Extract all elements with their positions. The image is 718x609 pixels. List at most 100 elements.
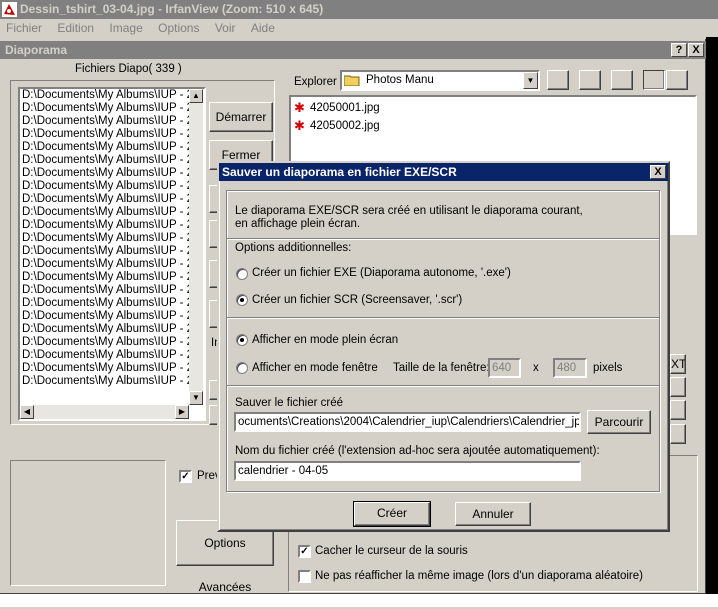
file-list-item[interactable]: D:\Documents\My Albums\IUP - 20 bbox=[20, 102, 204, 115]
preview-frame bbox=[10, 460, 166, 586]
diaporama-title-bar: Diaporama bbox=[0, 41, 706, 59]
file-list-vscroll[interactable] bbox=[189, 89, 203, 405]
radio-fullscreen-label: Afficher en mode plein écran bbox=[252, 334, 399, 346]
file-list-item[interactable]: D:\Documents\My Albums\IUP - 20 bbox=[20, 310, 204, 323]
list-view-icon[interactable] bbox=[643, 70, 665, 90]
file-list-item[interactable]: D:\Documents\My Albums\IUP - 20 bbox=[20, 349, 204, 362]
file-list-item[interactable]: D:\Documents\My Albums\IUP - 20 bbox=[20, 167, 204, 180]
save-path-label: Sauver le fichier créé bbox=[235, 397, 344, 409]
files-count-label: Fichiers Diapo( 339 ) bbox=[75, 63, 182, 75]
file-list-item[interactable]: D:\Documents\My Albums\IUP - 20 bbox=[20, 284, 204, 297]
radio-window[interactable] bbox=[236, 362, 248, 374]
file-list[interactable]: D:\Documents\My Albums\IUP - 20 D:\Docume… bbox=[18, 87, 206, 421]
file-list-item[interactable]: D:\Documents\My Albums\IUP - 20 bbox=[20, 193, 204, 206]
save-path-input[interactable]: ocuments\Creations\2004\Calendrier_iup\C… bbox=[234, 412, 581, 432]
partial-ext-button[interactable]: XT bbox=[670, 354, 686, 374]
image-canvas-strip bbox=[706, 37, 718, 607]
details-view-icon[interactable] bbox=[666, 70, 688, 90]
create-button[interactable]: Créer bbox=[353, 501, 431, 527]
file-list-item[interactable]: D:\Documents\My Albums\IUP - 20 bbox=[20, 245, 204, 258]
partial-button-2[interactable] bbox=[670, 377, 686, 397]
file-list-scroll-right[interactable]: ▶ bbox=[175, 405, 189, 419]
file-list-scroll-down[interactable]: ▼ bbox=[189, 391, 203, 405]
radio-fullscreen[interactable] bbox=[236, 334, 248, 346]
dialog-intro-line2: en affichage plein écran. bbox=[235, 218, 361, 230]
hide-cursor-label: Cacher le curseur de la souris bbox=[315, 545, 468, 557]
new-folder-icon[interactable] bbox=[611, 70, 633, 90]
dialog-title: Sauver un diaporama en fichier EXE/SCR bbox=[222, 165, 457, 179]
divider bbox=[227, 238, 659, 240]
irfanview-icon bbox=[2, 2, 17, 17]
options-label: Options additionnelles: bbox=[235, 242, 352, 254]
file-list-item[interactable]: D:\Documents\My Albums\IUP - 20 bbox=[20, 258, 204, 271]
filename-input[interactable]: calendrier - 04-05 bbox=[234, 461, 581, 481]
file-list-scroll-up[interactable]: ▲ bbox=[189, 89, 203, 103]
file-list-item[interactable]: D:\Documents\My Albums\IUP - 20 bbox=[20, 362, 204, 375]
radio-exe-label: Créer un fichier EXE (Diaporama autonome… bbox=[252, 267, 511, 279]
image-canvas-bottom bbox=[0, 594, 718, 607]
jpg-file-icon: ✱ bbox=[294, 118, 305, 133]
window-width-input[interactable]: 640 bbox=[488, 358, 521, 378]
divider bbox=[227, 317, 659, 319]
partial-ext-label: XT bbox=[671, 357, 686, 371]
window-height-input[interactable]: 480 bbox=[553, 358, 587, 378]
partial-button-4[interactable] bbox=[670, 424, 686, 444]
hide-cursor-checkbox[interactable]: ✓ bbox=[298, 545, 311, 558]
preview-checkbox[interactable]: ✓ bbox=[179, 470, 192, 483]
explorer-file-1[interactable]: 42050001.jpg bbox=[310, 102, 380, 114]
file-list-item[interactable]: D:\Documents\My Albums\IUP - 20 bbox=[20, 297, 204, 310]
diaporama-title: Diaporama bbox=[5, 43, 68, 57]
file-list-scroll-left[interactable]: ◀ bbox=[20, 405, 34, 419]
file-list-item[interactable]: D:\Documents\My Albums\IUP - 20 bbox=[20, 375, 204, 388]
file-list-item[interactable]: D:\Documents\My Albums\IUP - 20 bbox=[20, 128, 204, 141]
file-list-hscroll[interactable] bbox=[20, 405, 189, 419]
file-list-item[interactable]: D:\Documents\My Albums\IUP - 20 bbox=[20, 323, 204, 336]
menu-edition[interactable]: Edition bbox=[57, 21, 94, 35]
pixels-label: pixels bbox=[593, 362, 623, 374]
file-list-item[interactable]: D:\Documents\My Albums\IUP - 20 bbox=[20, 115, 204, 128]
radio-scr-label: Créer un fichier SCR (Screensaver, '.scr… bbox=[252, 294, 463, 306]
folder-up-icon[interactable] bbox=[547, 70, 569, 90]
folder-icon bbox=[343, 74, 360, 87]
menu-bar: Fichier Edition Image Options Voir Aide bbox=[0, 19, 718, 37]
dialog-title-bar: Sauver un diaporama en fichier EXE/SCR bbox=[219, 163, 668, 181]
main-title-bar: Dessin_tshirt_03-04.jpg - IrfanView (Zoo… bbox=[0, 0, 718, 19]
radio-window-label: Afficher en mode fenêtre bbox=[252, 362, 378, 374]
x-label: x bbox=[533, 362, 539, 374]
explorer-label: Explorer : bbox=[294, 76, 344, 88]
no-repeat-label: Ne pas réafficher la même image (lors d'… bbox=[315, 570, 643, 582]
edit-folder-icon[interactable] bbox=[579, 70, 601, 90]
menu-voir[interactable]: Voir bbox=[215, 21, 236, 35]
file-list-item[interactable]: D:\Documents\My Albums\IUP - 20 bbox=[20, 232, 204, 245]
file-rows: D:\Documents\My Albums\IUP - 20 D:\Docume… bbox=[20, 89, 204, 388]
explorer-dropdown-arrow[interactable]: ▼ bbox=[523, 72, 538, 89]
diaporama-close-button[interactable]: X bbox=[688, 43, 704, 57]
radio-scr[interactable] bbox=[236, 294, 248, 306]
file-list-item[interactable]: D:\Documents\My Albums\IUP - 20 bbox=[20, 180, 204, 193]
menu-options[interactable]: Options bbox=[158, 21, 199, 35]
menu-image[interactable]: Image bbox=[109, 21, 142, 35]
explorer-file-2[interactable]: 42050002.jpg bbox=[310, 120, 380, 132]
radio-exe[interactable] bbox=[236, 268, 248, 280]
file-list-item[interactable]: D:\Documents\My Albums\IUP - 20 bbox=[20, 89, 204, 102]
file-list-item[interactable]: D:\Documents\My Albums\IUP - 20 bbox=[20, 154, 204, 167]
menu-fichier[interactable]: Fichier bbox=[6, 21, 42, 35]
file-list-item[interactable]: D:\Documents\My Albums\IUP - 20 bbox=[20, 206, 204, 219]
explorer-dropdown[interactable]: Photos Manu bbox=[340, 70, 540, 91]
file-list-item[interactable]: D:\Documents\My Albums\IUP - 20 bbox=[20, 336, 204, 349]
window-title: Dessin_tshirt_03-04.jpg - IrfanView (Zoo… bbox=[20, 2, 324, 16]
file-list-item[interactable]: D:\Documents\My Albums\IUP - 20 bbox=[20, 141, 204, 154]
file-list-item[interactable]: D:\Documents\My Albums\IUP - 20 bbox=[20, 271, 204, 284]
cancel-button[interactable]: Annuler bbox=[455, 502, 531, 526]
partial-button-3[interactable] bbox=[670, 400, 686, 420]
explorer-value: Photos Manu bbox=[366, 74, 434, 86]
dialog-intro-line1: Le diaporama EXE/SCR sera créé en utilis… bbox=[235, 205, 583, 217]
browse-button[interactable]: Parcourir bbox=[587, 410, 651, 434]
help-button[interactable]: ? bbox=[671, 43, 687, 57]
file-list-item[interactable]: D:\Documents\My Albums\IUP - 20 bbox=[20, 219, 204, 232]
menu-aide[interactable]: Aide bbox=[251, 21, 275, 35]
window-size-label: Taille de la fenêtre: bbox=[393, 362, 490, 374]
dialog-close-button[interactable]: X bbox=[650, 165, 666, 179]
no-repeat-checkbox[interactable] bbox=[298, 570, 311, 583]
start-button[interactable]: Démarrer bbox=[209, 102, 273, 132]
